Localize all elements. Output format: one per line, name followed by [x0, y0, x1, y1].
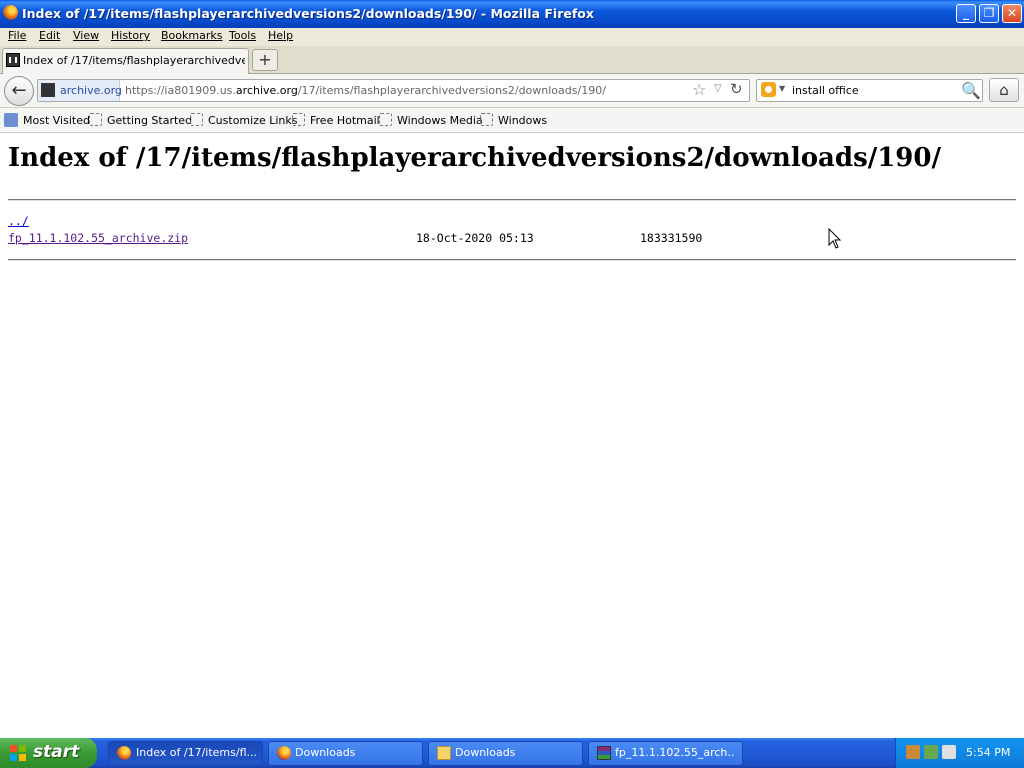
home-button[interactable]: ⌂ [989, 78, 1019, 102]
site-identity-label: archive.org [60, 84, 122, 97]
file-date: 18-Oct-2020 05:13 [416, 231, 534, 245]
start-label: start [33, 742, 80, 762]
page-content [0, 133, 1024, 738]
menu-history[interactable]: History [111, 29, 150, 42]
reload-icon[interactable]: ↻ [730, 80, 743, 98]
bookmark-page-icon [480, 113, 493, 126]
firefox-icon [117, 746, 131, 760]
url-dropdown-icon[interactable]: ▽ [714, 83, 722, 94]
taskbar-item-label: Index of /17/items/fl... [136, 746, 256, 759]
folder-icon [437, 746, 451, 760]
bookmark-page-icon [292, 113, 305, 126]
back-button[interactable]: ← [4, 76, 34, 106]
url-domain: archive.org [235, 84, 298, 97]
taskbar-item-label: fp_11.1.102.55_arch... [615, 746, 735, 759]
archive-site-icon [41, 83, 55, 97]
menu-tools[interactable]: Tools [229, 29, 256, 42]
url-prefix: https://ia801909.us. [125, 84, 236, 97]
parent-directory-link[interactable]: ../ [8, 214, 29, 228]
menu-file[interactable]: File [8, 29, 26, 42]
network-tray-icon[interactable] [906, 745, 920, 759]
search-go-icon[interactable]: 🔍 [961, 81, 981, 100]
divider [8, 259, 1016, 261]
file-link[interactable]: fp_11.1.102.55_archive.zip [8, 231, 188, 245]
windows-logo-icon [10, 745, 26, 761]
menu-view[interactable]: View [73, 29, 99, 42]
search-input[interactable] [792, 80, 952, 100]
tab-label: Index of /17/items/flashplayerarchivedve… [23, 54, 245, 67]
page-title: Index of /17/items/flashplayerarchivedve… [8, 143, 941, 173]
menu-help[interactable]: Help [268, 29, 293, 42]
menu-bar [0, 28, 1024, 46]
close-button[interactable]: ✕ [1002, 4, 1022, 23]
url-path: /17/items/flashplayerarchivedversions2/d… [297, 84, 606, 97]
taskbar-clock: 5:54 PM [966, 746, 1011, 759]
menu-edit[interactable]: Edit [39, 29, 60, 42]
new-tab-button[interactable]: + [252, 49, 278, 71]
bookmark-star-icon[interactable]: ☆ [692, 80, 706, 99]
winrar-icon [597, 746, 611, 760]
bookmark-windows-media[interactable]: Windows Media [397, 114, 483, 127]
security-tray-icon[interactable] [924, 745, 938, 759]
file-size: 183331590 [640, 231, 703, 245]
bookmark-getting-started[interactable]: Getting Started [107, 114, 192, 127]
taskbar-item-label: Downloads [295, 746, 356, 759]
divider [8, 199, 1016, 201]
menu-bookmarks[interactable]: Bookmarks [161, 29, 222, 42]
maximize-button[interactable]: ❐ [979, 4, 999, 23]
archive-favicon-icon [6, 53, 20, 67]
most-visited-icon [4, 113, 18, 127]
bookmark-free-hotmail[interactable]: Free Hotmail [310, 114, 380, 127]
bookmark-customize-links[interactable]: Customize Links [208, 114, 298, 127]
window-title: Index of /17/items/flashplayerarchivedve… [22, 6, 594, 21]
minimize-button[interactable]: _ [956, 4, 976, 23]
bing-search-engine-icon[interactable] [761, 82, 776, 97]
bookmark-page-icon [89, 113, 102, 126]
bookmark-page-icon [190, 113, 203, 126]
firefox-icon [3, 5, 18, 20]
taskbar-item-label: Downloads [455, 746, 516, 759]
volume-tray-icon[interactable] [942, 745, 956, 759]
search-engine-dropdown-icon[interactable]: ▼ [779, 84, 785, 93]
firefox-icon [277, 746, 291, 760]
mouse-cursor-icon [828, 228, 842, 249]
bookmark-windows[interactable]: Windows [498, 114, 547, 127]
bookmark-most-visited[interactable]: Most Visited [23, 114, 90, 127]
bookmark-page-icon [379, 113, 392, 126]
url-text[interactable]: https://ia801909.us.archive.org/17/items… [125, 84, 606, 97]
